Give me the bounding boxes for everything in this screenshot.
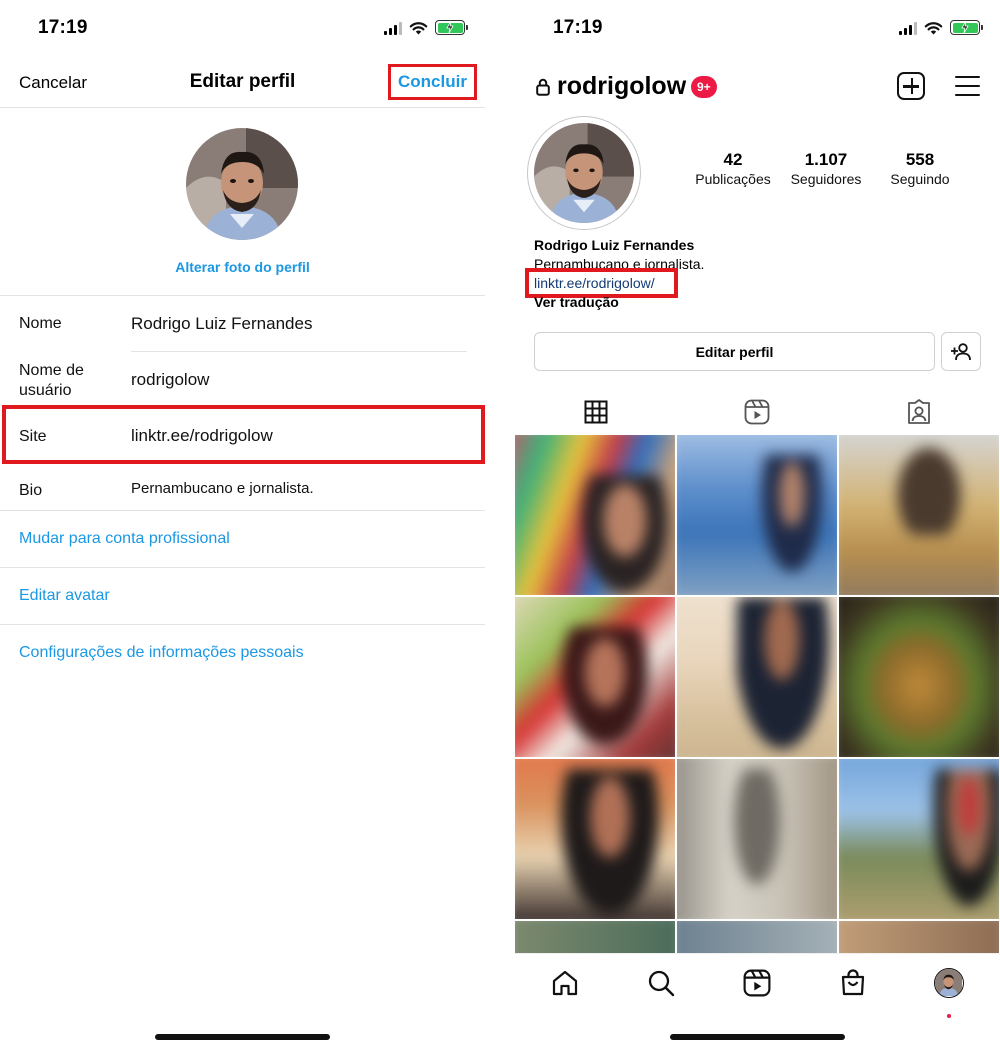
post-thumbnail[interactable] (515, 597, 675, 757)
bio-field[interactable]: Pernambucano e jornalista. (131, 480, 314, 497)
discover-people-button[interactable] (941, 332, 981, 371)
home-icon (552, 970, 578, 996)
full-name: Rodrigo Luiz Fernandes (534, 237, 695, 253)
avatar[interactable] (534, 123, 634, 223)
cellular-signal-icon (384, 21, 402, 35)
tagged-icon (908, 399, 930, 424)
profile-tabs (515, 393, 1000, 433)
stat-value: 42 (723, 150, 743, 169)
nav-shop[interactable] (836, 966, 870, 1000)
home-indicator[interactable] (155, 1034, 330, 1040)
divider (131, 351, 467, 352)
name-label: Nome (19, 315, 62, 332)
tab-reels[interactable] (742, 397, 772, 427)
divider (0, 510, 485, 511)
tab-tagged[interactable] (904, 397, 934, 427)
stat-label: Publicações (695, 171, 771, 187)
shop-icon (841, 969, 865, 996)
stat-value: 1.107 (804, 150, 848, 169)
wifi-icon (409, 21, 428, 34)
username-field[interactable]: rodrigolow (131, 370, 209, 390)
status-bar: 17:19 (0, 0, 485, 56)
post-thumbnail[interactable] (677, 435, 837, 595)
posts-count[interactable]: 42 Publicações (683, 150, 783, 187)
divider (0, 624, 485, 625)
switch-professional-account-link[interactable]: Mudar para conta profissional (19, 530, 230, 548)
personal-info-settings-link[interactable]: Configurações de informações pessoais (19, 644, 304, 662)
followers-count[interactable]: 1.107 Seguidores (776, 150, 876, 187)
edit-profile-header: Cancelar Editar perfil Concluir (0, 56, 485, 108)
username-title[interactable]: rodrigolow (557, 72, 686, 101)
menu-icon[interactable] (955, 76, 980, 96)
lock-icon (536, 78, 550, 96)
post-thumbnail[interactable] (677, 597, 837, 757)
nav-search[interactable] (644, 966, 678, 1000)
post-thumbnail[interactable] (515, 921, 675, 953)
nav-reels[interactable] (740, 966, 774, 1000)
grid-icon (584, 400, 608, 424)
nav-profile[interactable] (932, 966, 966, 1018)
search-icon (648, 970, 675, 997)
divider (0, 567, 485, 568)
post-thumbnail[interactable] (839, 597, 999, 757)
post-thumbnail[interactable] (839, 921, 999, 953)
post-thumbnail[interactable] (839, 435, 999, 595)
battery-icon (950, 20, 983, 35)
status-time: 17:19 (38, 17, 88, 38)
reels-icon (743, 969, 771, 997)
wifi-icon (924, 21, 943, 34)
battery-icon (435, 20, 468, 35)
stat-value: 558 (905, 150, 935, 169)
following-count[interactable]: 558 Seguindo (870, 150, 970, 187)
profile-header: rodrigolow 9+ (515, 62, 1000, 112)
username-label: Nome de usuário (19, 362, 84, 399)
notification-dot (947, 1014, 951, 1018)
posts-grid (515, 435, 1000, 953)
site-highlight-box (2, 405, 485, 464)
post-thumbnail[interactable] (515, 435, 675, 595)
new-post-icon[interactable] (897, 72, 925, 100)
profile-screen: 17:19 rodrigolow 9+ 42 Publicações 1.107… (515, 0, 1000, 1050)
notification-badge: 9+ (691, 76, 717, 98)
nav-home[interactable] (548, 966, 582, 1000)
stat-label: Seguidores (790, 171, 862, 187)
see-translation-link[interactable]: Ver tradução (534, 294, 619, 310)
edit-profile-screen: 17:19 Cancelar Editar perfil Concluir Al… (0, 0, 485, 1050)
name-field[interactable]: Rodrigo Luiz Fernandes (131, 314, 312, 334)
reels-icon (744, 399, 770, 425)
add-person-icon (951, 342, 971, 360)
done-button[interactable]: Concluir (388, 64, 477, 100)
tab-grid[interactable] (581, 397, 611, 427)
cellular-signal-icon (899, 21, 917, 35)
home-indicator[interactable] (670, 1034, 845, 1040)
change-photo-link[interactable]: Alterar foto do perfil (0, 259, 485, 275)
edit-avatar-link[interactable]: Editar avatar (19, 587, 110, 605)
bottom-navigation (515, 953, 1000, 1018)
post-thumbnail[interactable] (677, 921, 837, 953)
profile-photo[interactable] (186, 128, 298, 240)
stat-label: Seguindo (890, 171, 950, 187)
profile-avatar (934, 968, 964, 998)
post-thumbnail[interactable] (839, 759, 999, 919)
edit-profile-button[interactable]: Editar perfil (534, 332, 935, 371)
divider (0, 295, 485, 296)
post-thumbnail[interactable] (515, 759, 675, 919)
status-time: 17:19 (553, 17, 603, 38)
bio-label: Bio (19, 482, 43, 499)
status-bar: 17:19 (515, 0, 1000, 56)
gutter (485, 0, 515, 1050)
post-thumbnail[interactable] (677, 759, 837, 919)
